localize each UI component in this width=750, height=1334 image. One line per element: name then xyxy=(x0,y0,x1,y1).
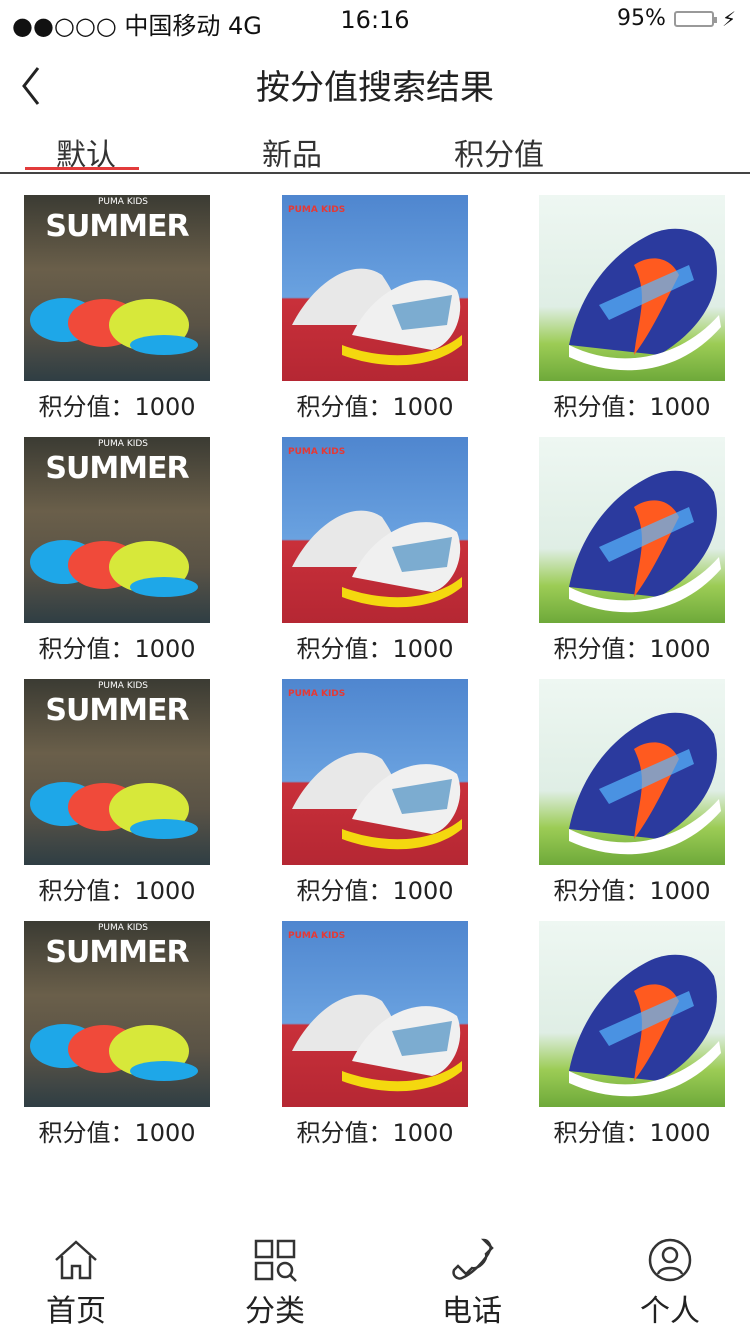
product-image: PUMA KIDS SUMMER xyxy=(24,921,210,1107)
product-card[interactable]: PUMA KIDS 积分值：1000 xyxy=(282,679,468,909)
sneaker-graphic xyxy=(569,954,721,1097)
product-card[interactable]: 积分值：1000 xyxy=(539,195,725,425)
navigation-bar: 按分值搜索结果 xyxy=(0,48,750,124)
home-icon xyxy=(55,1240,97,1280)
product-card[interactable]: 积分值：1000 xyxy=(539,679,725,909)
status-right: 95% ⚡ xyxy=(617,6,736,31)
product-points-value: 积分值：1000 xyxy=(296,1119,454,1147)
tabbar-home[interactable]: 首页 xyxy=(16,1236,136,1330)
battery-percent: 95% xyxy=(617,6,666,31)
sandals-graphic xyxy=(30,298,198,355)
product-image xyxy=(539,195,725,381)
product-card[interactable]: PUMA KIDS 积分值：1000 xyxy=(282,921,468,1151)
tab-new[interactable]: 新品 xyxy=(262,130,322,174)
product-image: PUMA KIDS SUMMER xyxy=(24,679,210,865)
tab-points[interactable]: 积分值 xyxy=(454,130,544,174)
product-card[interactable]: PUMA KIDS SUMMER 积分值：1000 xyxy=(24,679,210,909)
active-tab-indicator xyxy=(25,167,139,170)
product-points-value: 积分值：1000 xyxy=(553,393,711,421)
product-points-value: 积分值：1000 xyxy=(296,877,454,905)
product-card[interactable]: PUMA KIDS SUMMER 积分值：1000 xyxy=(24,921,210,1151)
tabbar-user[interactable]: 个人 xyxy=(610,1236,730,1330)
product-points-value: 积分值：1000 xyxy=(553,635,711,663)
sneaker-graphic xyxy=(569,228,721,371)
bottom-tab-bar: 首页 分类 电话 个人 xyxy=(0,1232,750,1334)
product-image xyxy=(539,921,725,1107)
sandals-graphic xyxy=(30,540,198,597)
sneakers-graphic xyxy=(292,752,462,850)
tabbar-phone[interactable]: 电话 xyxy=(412,1236,532,1330)
product-points-value: 积分值：1000 xyxy=(38,877,196,905)
user-icon xyxy=(648,1238,692,1282)
tabbar-category[interactable]: 分类 xyxy=(215,1236,335,1330)
product-points-value: 积分值：1000 xyxy=(38,635,196,663)
product-image xyxy=(539,437,725,623)
product-points-value: 积分值：1000 xyxy=(296,635,454,663)
product-row: PUMA KIDS SUMMER 积分值：1000 PUMA KIDS 积分值：1000… xyxy=(0,679,750,921)
sandals-graphic xyxy=(30,1024,198,1081)
product-image: PUMA KIDS xyxy=(282,437,468,623)
sandals-graphic xyxy=(30,782,198,839)
tabbar-phone-label: 电话 xyxy=(442,1294,502,1329)
tabbar-user-label: 个人 xyxy=(640,1294,700,1329)
sneakers-graphic xyxy=(292,994,462,1092)
product-image xyxy=(539,679,725,865)
product-points-value: 积分值：1000 xyxy=(553,1119,711,1147)
battery-icon xyxy=(673,10,717,27)
page-title: 按分值搜索结果 xyxy=(256,68,494,108)
product-card[interactable]: PUMA KIDS SUMMER 积分值：1000 xyxy=(24,437,210,667)
sneaker-graphic xyxy=(569,470,721,613)
status-bar: ●●○○○ 中国移动 4G 16:16 95% ⚡ xyxy=(0,0,750,40)
sneakers-graphic xyxy=(292,510,462,608)
product-image: PUMA KIDS SUMMER xyxy=(24,437,210,623)
product-image: PUMA KIDS SUMMER xyxy=(24,195,210,381)
sneakers-graphic xyxy=(292,268,462,366)
product-row: PUMA KIDS SUMMER 积分值：1000 PUMA KIDS 积分值：1000… xyxy=(0,921,750,1163)
product-points-value: 积分值：1000 xyxy=(38,393,196,421)
product-points-value: 积分值：1000 xyxy=(296,393,454,421)
product-image: PUMA KIDS xyxy=(282,921,468,1107)
tabbar-home-label: 首页 xyxy=(46,1294,106,1329)
product-card[interactable]: PUMA KIDS 积分值：1000 xyxy=(282,195,468,425)
product-row: PUMA KIDS SUMMER 积分值：1000 PUMA KIDS 积分值：1000… xyxy=(0,437,750,679)
category-icon xyxy=(254,1239,297,1282)
tabbar-category-label: 分类 xyxy=(245,1294,305,1329)
product-card[interactable]: 积分值：1000 xyxy=(539,437,725,667)
product-card[interactable]: PUMA KIDS 积分值：1000 xyxy=(282,437,468,667)
product-card[interactable]: PUMA KIDS SUMMER 积分值：1000 xyxy=(24,195,210,425)
product-image: PUMA KIDS xyxy=(282,679,468,865)
phone-icon xyxy=(452,1238,494,1280)
sneaker-graphic xyxy=(569,712,721,855)
product-points-value: 积分值：1000 xyxy=(38,1119,196,1147)
product-row: PUMA KIDS SUMMER 积分值：1000 PUMA KIDS 积分值：1000… xyxy=(0,195,750,437)
product-image: PUMA KIDS xyxy=(282,195,468,381)
product-points-value: 积分值：1000 xyxy=(553,877,711,905)
product-card[interactable]: 积分值：1000 xyxy=(539,921,725,1151)
charging-icon: ⚡ xyxy=(721,6,736,31)
